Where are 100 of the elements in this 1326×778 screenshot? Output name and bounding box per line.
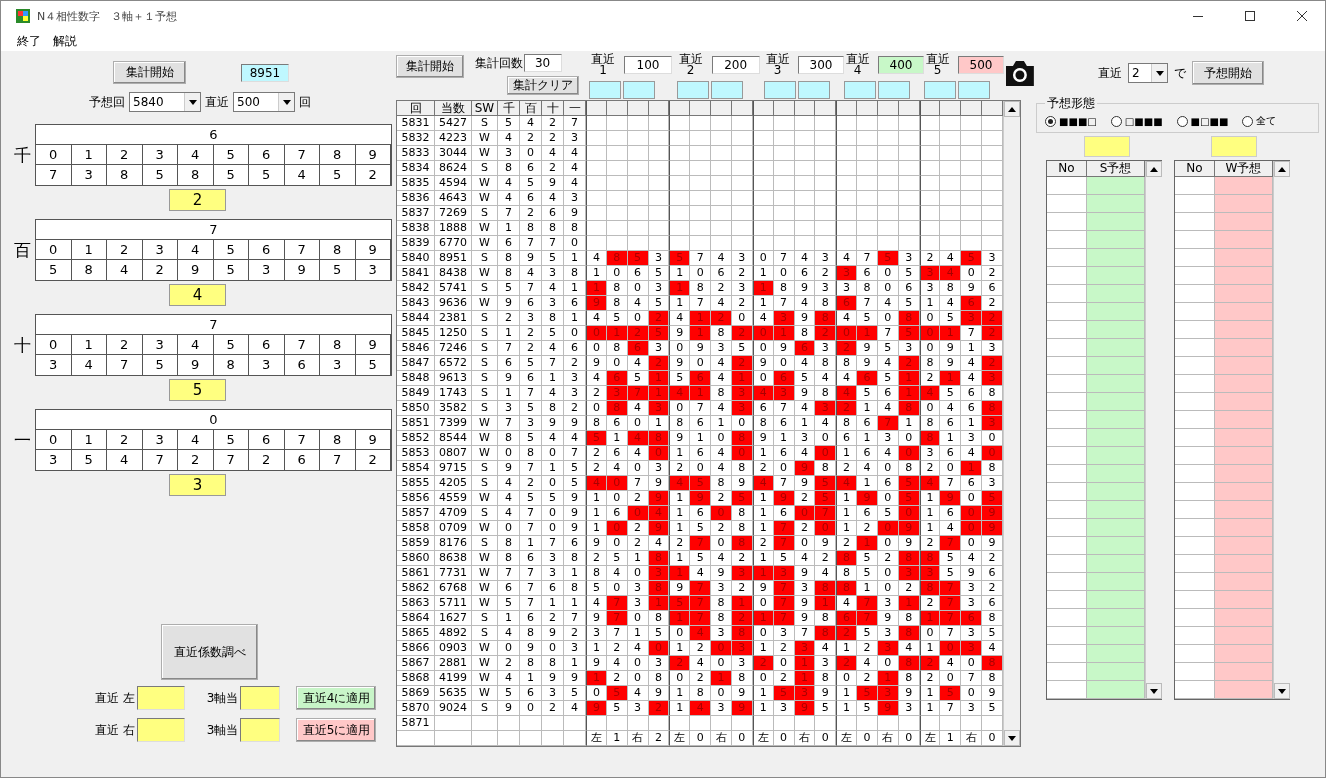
menu-item[interactable]: 終了 [17,32,41,50]
window-title: N４相性数字 ３軸＋１予想 [37,8,179,24]
table-cell: 4 [606,566,628,581]
position-label: 十 [12,333,32,357]
hit-cell: 1 [731,371,753,386]
recent-field[interactable]: 400 [877,56,925,74]
input-field[interactable] [1211,136,1257,157]
table-cell: 2 [564,401,586,416]
round-dropdown[interactable]: 5840 [129,92,201,112]
input-field[interactable] [136,718,185,742]
coef-button[interactable]: 直近係数調べ [161,624,258,680]
apply-button[interactable]: 直近4に適用 [296,686,377,710]
table-cell: 5859 [397,536,435,551]
table-cell: 8 [498,161,520,176]
table-cell: 8 [520,656,542,671]
table-cell: 2 [606,671,628,686]
recent-field[interactable]: 200 [711,56,760,74]
table-cell [773,236,795,251]
table-cell: 8 [320,430,356,450]
table-cell: 1 [752,296,774,311]
table-cell [982,146,1003,161]
table-cell [857,191,878,206]
table-cell: 6 [690,416,712,431]
hit-cell: 1 [857,536,878,551]
table-cell: 3 [627,701,649,716]
table-cell [752,191,774,206]
input-field[interactable] [240,718,281,742]
camera-icon[interactable] [1004,58,1036,88]
table-cell: 1 [669,701,691,716]
minimize-icon[interactable] [1193,15,1203,17]
table-cell: 5 [982,626,1003,641]
table-cell [794,161,816,176]
table-cell: 6 [773,416,795,431]
table-cell [898,221,920,236]
start-button[interactable]: 集計開始 [396,55,464,78]
recent-dropdown[interactable]: 500 [233,92,295,112]
table-cell: 3044 [435,146,472,161]
scrollbar[interactable] [1003,101,1020,746]
count-field[interactable]: 30 [523,54,562,72]
table-cell: 0 [919,401,941,416]
hit-cell: 4 [940,266,962,281]
table-cell [877,116,899,131]
summary-cell: 0 [690,731,712,746]
table-cell: 2 [857,671,878,686]
table-cell: 8 [982,386,1003,401]
table-cell [940,191,962,206]
maximize-icon[interactable] [1245,11,1255,21]
table-cell: 7 [940,701,962,716]
table-cell: 0 [669,401,691,416]
hit-cell: 9 [731,701,753,716]
mode-radio[interactable]: 全て [1242,114,1277,128]
group-title: 予想形態 [1046,95,1096,112]
close-icon[interactable] [1297,11,1307,21]
table-cell: 9 [815,536,837,551]
menu-item[interactable]: 解説 [53,32,77,50]
mode-radio[interactable]: ■■■□ [1045,114,1097,128]
apply-button[interactable]: 直近5に適用 [296,718,377,742]
input-field[interactable] [1084,136,1130,157]
table-cell: 3 [815,281,837,296]
recent-field[interactable]: 300 [797,56,845,74]
table-cell [919,206,941,221]
table-cell [773,206,795,221]
table-cell: S [472,326,498,341]
start-button[interactable]: 集計開始 [113,61,186,84]
clear-button[interactable]: 集計クリア [506,76,579,95]
table-cell: 0 [961,491,983,506]
table-cell: 6 [498,356,520,371]
table-cell: 9 [752,431,774,446]
table-cell: 4 [627,686,649,701]
table-header: 6 [36,125,391,145]
mode-radio[interactable]: □■■■ [1110,114,1163,128]
hit-cell: 4 [752,476,774,491]
recent-label: 直近 [1098,64,1122,82]
hit-cell: 9 [898,521,920,536]
table-cell: 3 [711,701,732,716]
recent-field[interactable]: 500 [957,56,1005,74]
table-cell: 9 [794,386,816,401]
table-cell: 2 [142,260,178,280]
input-field[interactable] [240,686,281,710]
recent-dropdown[interactable]: 2 [1128,63,1168,83]
table-cell: 5848 [397,371,435,386]
table-cell [961,191,983,206]
table-cell: 9 [961,281,983,296]
table-cell: 3 [142,335,178,355]
scrollbar[interactable] [1273,161,1290,699]
table-cell: 9024 [435,701,472,716]
table-cell [961,206,983,221]
table-cell: 9 [498,371,520,386]
forecast-button[interactable]: 予想開始 [1192,61,1264,85]
down-arrow-icon [282,99,291,105]
scrollbar[interactable] [1145,161,1162,699]
table-cell: 4643 [435,191,472,206]
hit-cell: 7 [940,581,962,596]
hit-cell: 4 [690,626,712,641]
table-cell: 8 [606,281,628,296]
recent-field[interactable]: 100 [624,56,673,74]
table-cell: 1 [627,551,649,566]
input-field[interactable] [136,686,185,710]
mode-radio[interactable]: ■□■■ [1176,114,1229,128]
table-cell: 2 [690,671,712,686]
